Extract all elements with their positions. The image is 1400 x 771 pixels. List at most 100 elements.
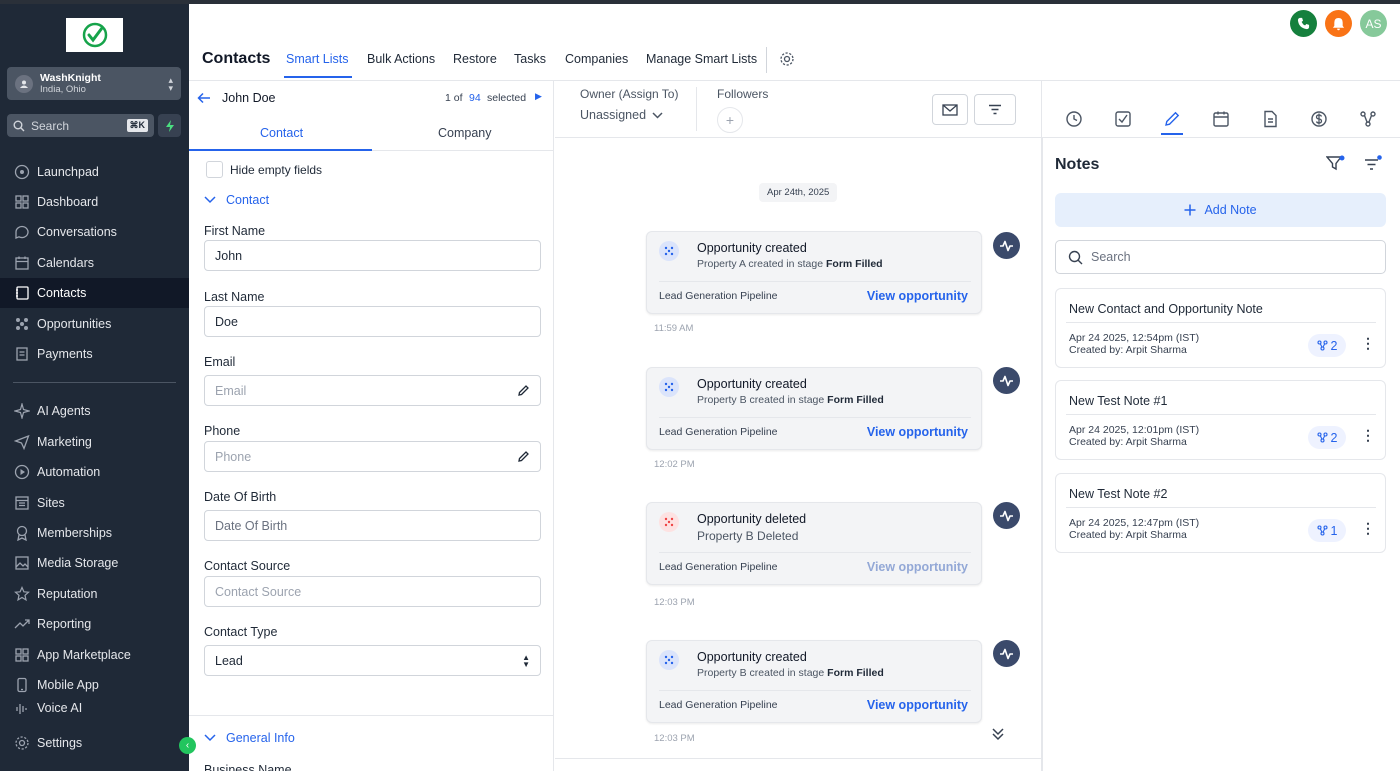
- tab-bulk-actions[interactable]: Bulk Actions: [367, 52, 435, 66]
- apps-icon: [15, 648, 29, 662]
- section-contact-toggle[interactable]: Contact: [204, 193, 269, 207]
- sidebar-item-calendars[interactable]: Calendars: [0, 248, 189, 278]
- notes-search-input[interactable]: Search: [1055, 240, 1386, 274]
- view-opportunity-link[interactable]: View opportunity: [867, 425, 968, 439]
- sidebar-item-marketing[interactable]: Marketing: [0, 427, 189, 457]
- view-opportunity-link[interactable]: View opportunity: [867, 560, 968, 574]
- last-name-value: Doe: [215, 314, 238, 329]
- note-card[interactable]: New Test Note #2 Apr 24 2025, 12:47pm (IS…: [1055, 473, 1386, 553]
- sidebar-search[interactable]: Search ⌘K: [7, 114, 154, 137]
- phone-label: Phone: [204, 424, 241, 438]
- pencil-icon[interactable]: [517, 450, 530, 463]
- dollar-icon[interactable]: [1310, 110, 1328, 128]
- phone-field[interactable]: Phone: [204, 441, 541, 472]
- note-meta: Apr 24 2025, 12:01pm (IST) Created by: Ar…: [1069, 424, 1199, 448]
- owner-value: Unassigned: [580, 108, 647, 122]
- last-name-field[interactable]: Doe: [204, 306, 541, 337]
- subtab-contact[interactable]: Contact: [260, 126, 303, 140]
- sort-icon[interactable]: [1364, 155, 1383, 172]
- sidebar-item-media-storage[interactable]: Media Storage: [0, 548, 189, 578]
- sidebar-item-opportunities[interactable]: Opportunities: [0, 309, 189, 339]
- notifications-button[interactable]: [1325, 10, 1352, 37]
- tab-companies[interactable]: Companies: [565, 52, 628, 66]
- scroll-down-icon[interactable]: [991, 727, 1005, 741]
- sidebar-item-contacts[interactable]: Contacts: [0, 278, 189, 308]
- contact-source-field[interactable]: Contact Source: [204, 576, 541, 607]
- sidebar-item-reputation[interactable]: Reputation: [0, 579, 189, 609]
- email-action-button[interactable]: [932, 94, 968, 125]
- tab-restore[interactable]: Restore: [453, 52, 497, 66]
- hide-empty-checkbox[interactable]: [206, 161, 223, 178]
- contact-name: John Doe: [222, 91, 276, 105]
- sidebar-item-sites[interactable]: Sites: [0, 488, 189, 518]
- sidebar-item-voice-ai[interactable]: Voice AI: [0, 701, 189, 715]
- tab-manage-smart-lists[interactable]: Manage Smart Lists: [646, 52, 757, 66]
- sidebar-item-ai-agents[interactable]: AI Agents: [0, 396, 189, 426]
- view-opportunity-link[interactable]: View opportunity: [867, 698, 968, 712]
- sidebar-item-dashboard[interactable]: Dashboard: [0, 187, 189, 217]
- pager-suffix: selected: [487, 92, 527, 104]
- history-icon[interactable]: [1065, 110, 1083, 128]
- document-icon[interactable]: [1261, 110, 1279, 128]
- receipt-icon: [16, 347, 28, 361]
- chevron-updown-icon: ▴ ▾: [168, 74, 173, 93]
- add-follower-button[interactable]: +: [717, 107, 743, 133]
- email-placeholder: Email: [215, 383, 247, 398]
- dob-field[interactable]: Date Of Birth: [204, 510, 541, 541]
- subtab-company[interactable]: Company: [438, 126, 492, 140]
- tab-smart-lists[interactable]: Smart Lists: [286, 52, 349, 66]
- sidebar-item-label: Contacts: [37, 286, 87, 300]
- workflow-icon[interactable]: [1359, 110, 1377, 128]
- sidebar-item-automation[interactable]: Automation: [0, 457, 189, 487]
- followers-label: Followers: [717, 87, 769, 101]
- kebab-menu-icon[interactable]: ⋮: [1361, 427, 1375, 444]
- brand-logo[interactable]: [66, 18, 123, 52]
- user-initials: AS: [1365, 16, 1382, 31]
- next-contact-icon[interactable]: ▶: [535, 91, 542, 102]
- note-link-badge[interactable]: 2: [1308, 426, 1346, 449]
- view-opportunity-link[interactable]: View opportunity: [867, 289, 968, 303]
- arrow-left-icon[interactable]: [197, 92, 211, 104]
- note-card[interactable]: New Test Note #1 Apr 24 2025, 12:01pm (IS…: [1055, 380, 1386, 460]
- contact-type-select[interactable]: Lead ▲ ▼: [204, 645, 541, 676]
- email-field[interactable]: Email: [204, 375, 541, 406]
- account-switcher[interactable]: WashKnight India, Ohio ▴ ▾: [7, 67, 181, 100]
- tab-tasks[interactable]: Tasks: [514, 52, 546, 66]
- pager-count[interactable]: 94: [469, 92, 481, 104]
- owner-dropdown[interactable]: Unassigned: [580, 108, 663, 122]
- sidebar-item-label: App Marketplace: [37, 648, 131, 662]
- activity-card: Opportunity deleted Property B Deleted Lea…: [646, 502, 982, 585]
- badge-icon: [16, 525, 28, 541]
- sidebar-item-launchpad[interactable]: Launchpad: [0, 157, 189, 187]
- note-link-badge[interactable]: 1: [1308, 519, 1346, 542]
- pencil-icon[interactable]: [517, 384, 530, 397]
- user-avatar[interactable]: AS: [1360, 10, 1387, 37]
- activity-filter-button[interactable]: [974, 94, 1016, 125]
- sidebar-item-settings[interactable]: Settings: [0, 728, 189, 758]
- note-card[interactable]: New Contact and Opportunity Note Apr 24 2…: [1055, 288, 1386, 368]
- kebab-menu-icon[interactable]: ⋮: [1361, 520, 1375, 537]
- settings-gear-icon[interactable]: [779, 51, 795, 67]
- notes-pencil-icon[interactable]: [1163, 110, 1181, 128]
- section-general-toggle[interactable]: General Info: [204, 731, 295, 745]
- kebab-menu-icon[interactable]: ⋮: [1361, 335, 1375, 352]
- sidebar-item-app-marketplace[interactable]: App Marketplace: [0, 640, 189, 670]
- task-check-icon[interactable]: [1114, 110, 1132, 128]
- chevron-down-icon: [652, 111, 663, 119]
- phone-call-button[interactable]: [1290, 10, 1317, 37]
- quick-action-button[interactable]: [158, 114, 181, 137]
- filter-icon[interactable]: [1326, 155, 1345, 172]
- sidebar-item-reporting[interactable]: Reporting: [0, 609, 189, 639]
- first-name-field[interactable]: John: [204, 240, 541, 271]
- bell-icon: [1332, 17, 1345, 30]
- sidebar-item-mobile-app[interactable]: Mobile App: [0, 670, 189, 700]
- calendar-icon[interactable]: [1212, 110, 1230, 128]
- sidebar: WashKnight India, Ohio ▴ ▾ Search ⌘K Laun…: [0, 4, 189, 771]
- sidebar-item-conversations[interactable]: Conversations: [0, 217, 189, 247]
- note-link-badge[interactable]: 2: [1308, 334, 1346, 357]
- account-name: WashKnight: [40, 72, 101, 84]
- add-note-button[interactable]: Add Note: [1055, 193, 1386, 227]
- sidebar-item-memberships[interactable]: Memberships: [0, 518, 189, 548]
- sidebar-collapse-button[interactable]: ‹: [179, 737, 196, 754]
- sidebar-item-payments[interactable]: Payments: [0, 339, 189, 369]
